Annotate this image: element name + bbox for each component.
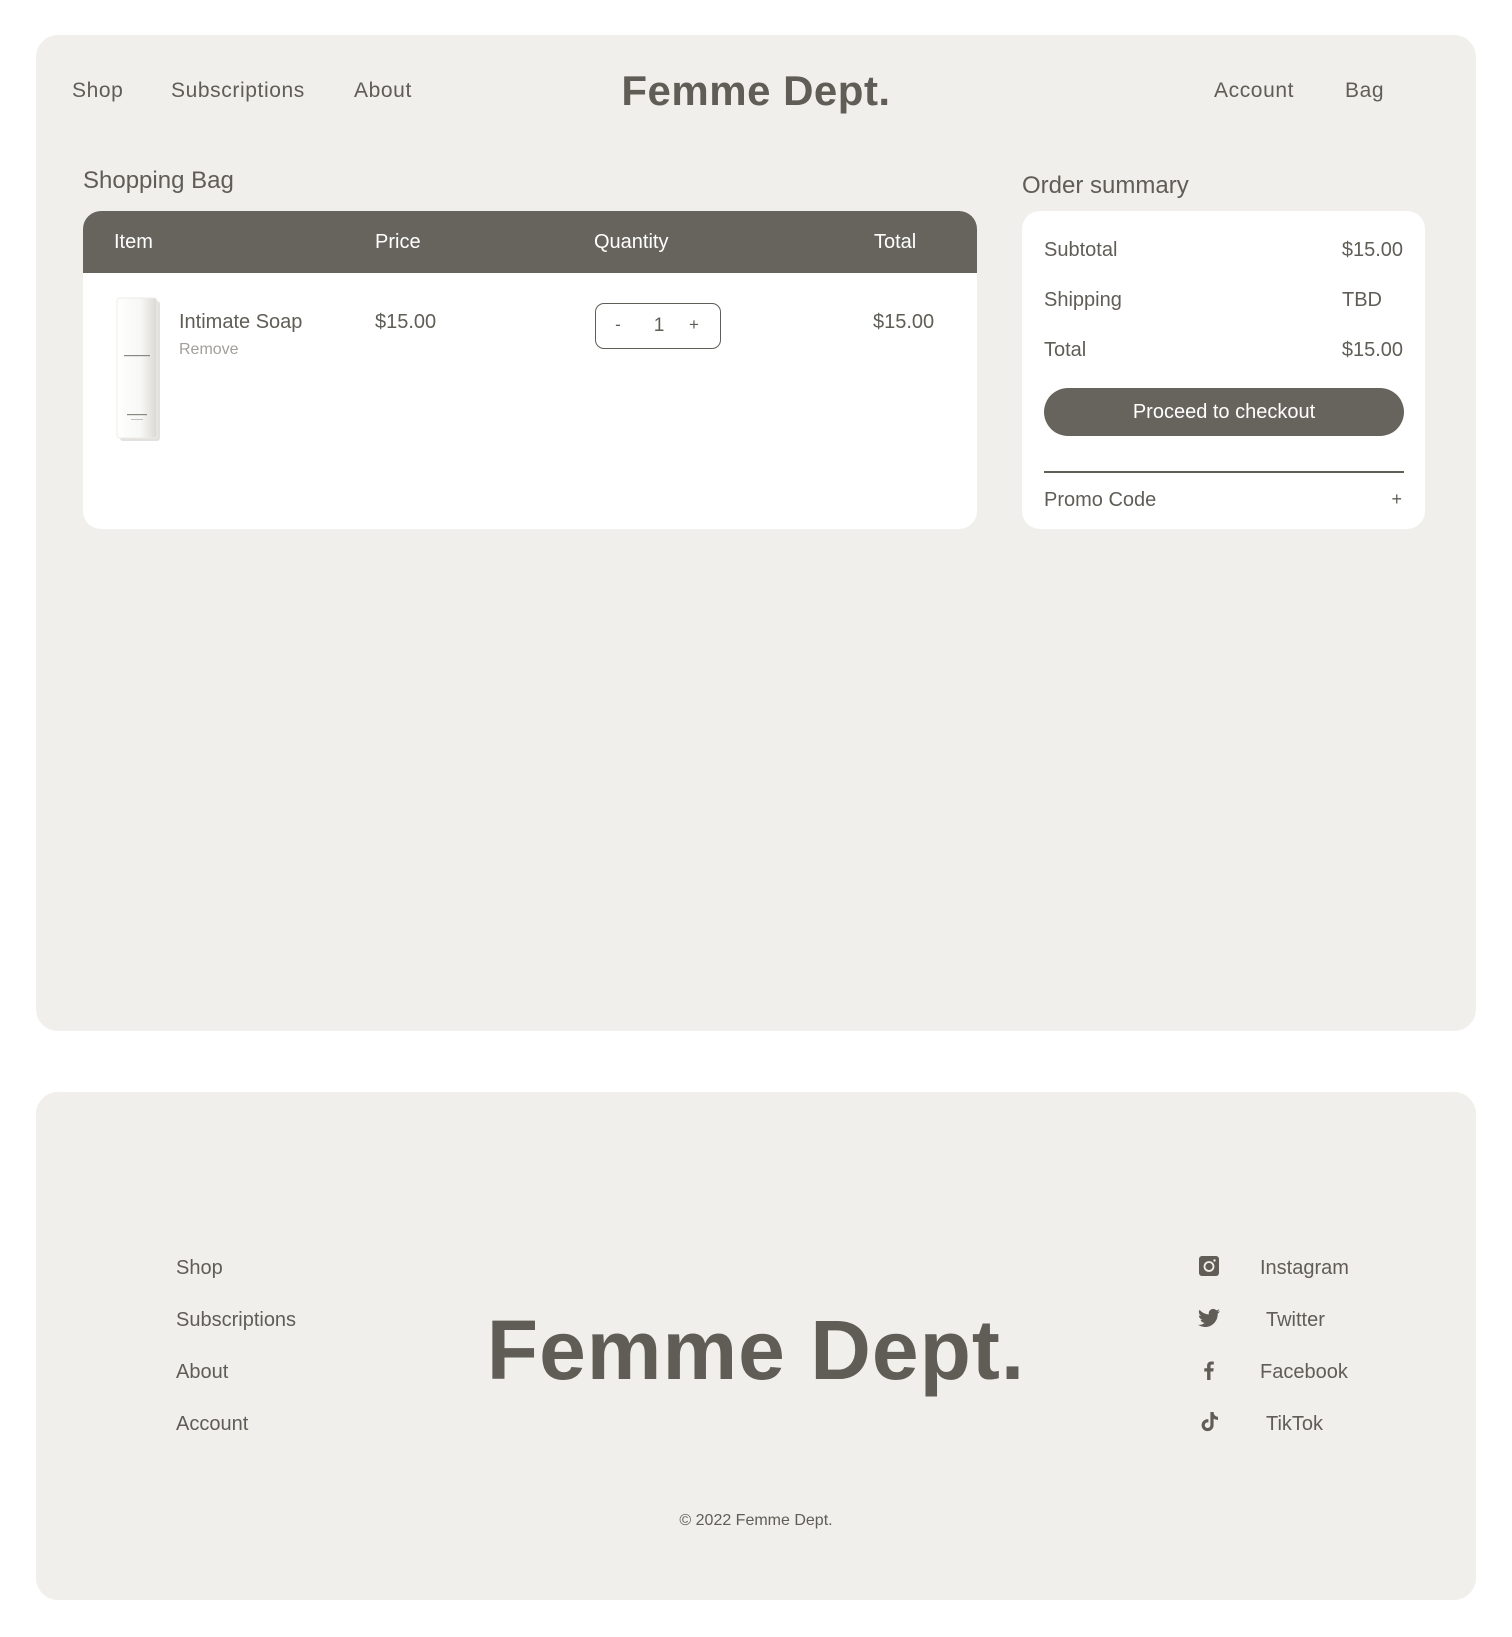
soap-bottle-image[interactable] (116, 297, 162, 443)
table-header: Item Price Quantity Total (83, 211, 977, 273)
facebook-icon[interactable] (1197, 1358, 1221, 1382)
footer: Shop Subscriptions About Account Femme D… (36, 1092, 1476, 1600)
subtotal-label: Subtotal (1044, 239, 1118, 261)
promo-code-label: Promo Code (1044, 489, 1157, 511)
twitter-icon[interactable] (1197, 1306, 1221, 1330)
nav-account[interactable]: Account (1214, 79, 1294, 103)
footer-logo: Femme Dept. (486, 1303, 1026, 1397)
facebook-link[interactable]: Facebook (1260, 1361, 1348, 1384)
tiktok-link[interactable]: TikTok (1266, 1413, 1323, 1436)
column-item: Item (114, 231, 153, 253)
product-price: $15.00 (375, 311, 437, 333)
promo-code-toggle[interactable]: Promo Code + (1044, 483, 1404, 519)
subtotal-value: $15.00 (1341, 239, 1403, 261)
total-value: $15.00 (1341, 339, 1403, 361)
plus-icon: + (1391, 489, 1402, 509)
product-name[interactable]: Intimate Soap (179, 311, 302, 334)
instagram-link[interactable]: Instagram (1260, 1257, 1349, 1280)
order-summary-title: Order summary (1022, 172, 1189, 199)
quantity-value: 1 (653, 315, 665, 336)
column-price: Price (375, 231, 421, 253)
column-quantity: Quantity (594, 231, 669, 253)
tiktok-icon[interactable] (1197, 1410, 1221, 1434)
instagram-icon[interactable] (1197, 1254, 1221, 1278)
footer-link-shop[interactable]: Shop (176, 1257, 223, 1280)
shopping-bag-title: Shopping Bag (83, 167, 234, 194)
twitter-link[interactable]: Twitter (1266, 1309, 1325, 1332)
decrement-button[interactable]: - (608, 315, 628, 335)
shipping-label: Shipping (1044, 289, 1122, 311)
column-total: Total (874, 231, 917, 253)
shopping-bag-table: Item Price Quantity Total Intimate Soap … (83, 211, 977, 529)
copyright-text: © 2022 Femme Dept. (679, 1512, 833, 1529)
proceed-to-checkout-button[interactable]: Proceed to checkout (1044, 388, 1404, 436)
quantity-stepper: - 1 + (595, 303, 721, 349)
increment-button[interactable]: + (684, 315, 704, 335)
total-label: Total (1044, 339, 1087, 361)
line-total: $15.00 (873, 311, 935, 333)
nav-bag[interactable]: Bag (1345, 79, 1384, 103)
main-panel: Shop Subscriptions About Femme Dept. Acc… (36, 35, 1476, 1031)
order-summary-card: Subtotal $15.00 Shipping TBD Total $15.0… (1022, 211, 1425, 529)
footer-link-account[interactable]: Account (176, 1413, 248, 1436)
divider (1044, 471, 1404, 473)
remove-link[interactable]: Remove (179, 341, 239, 359)
shipping-value: TBD (1342, 289, 1382, 311)
